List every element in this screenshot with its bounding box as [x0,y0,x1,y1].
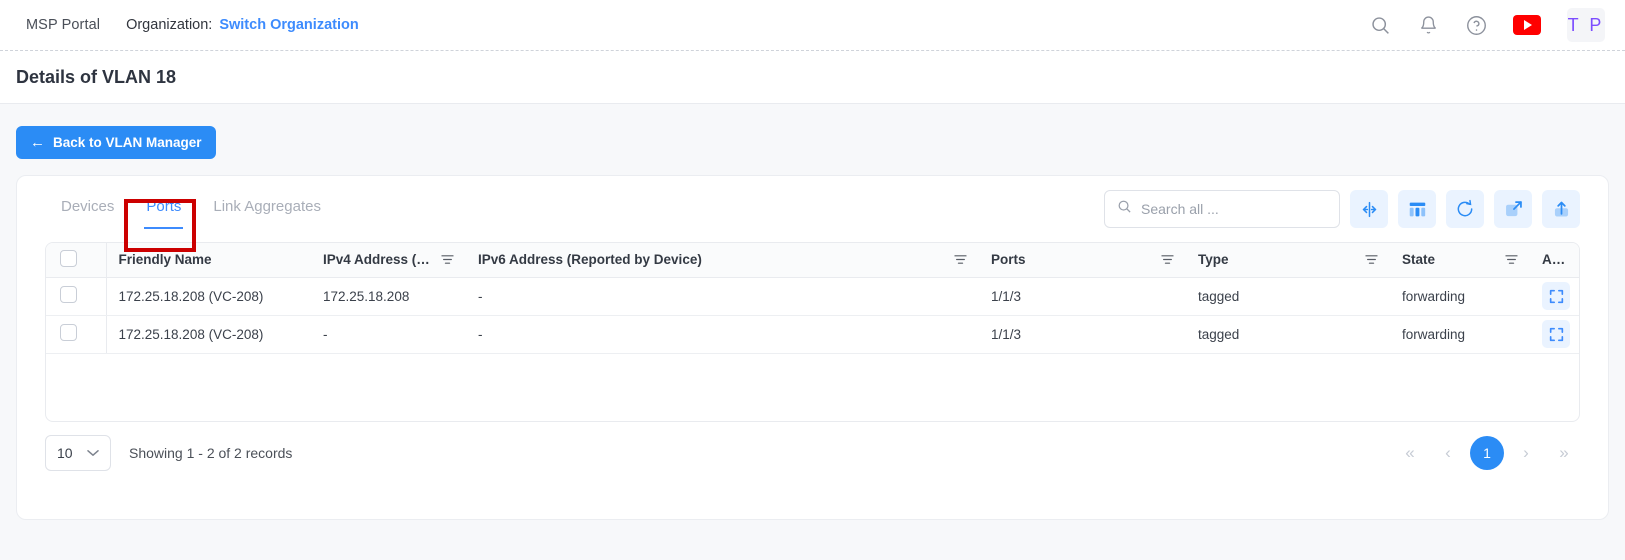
column-header-ipv4-address[interactable]: IPv4 Address (R... [311,243,466,277]
page-title: Details of VLAN 18 [16,67,176,88]
refresh-icon[interactable] [1446,190,1484,228]
page-body: ← Back to VLAN Manager Devices Ports Lin… [0,104,1625,560]
cell-state: forwarding [1390,277,1530,315]
back-to-vlan-manager-button[interactable]: ← Back to VLAN Manager [16,126,216,159]
cell-type: tagged [1186,315,1390,353]
row-select-cell [46,277,106,315]
search-box[interactable] [1104,190,1340,228]
avatar[interactable]: T P [1567,8,1605,42]
expand-icon[interactable] [1494,190,1532,228]
row-checkbox[interactable] [60,286,77,303]
column-label: Ports [991,252,1026,267]
table-header-row: Friendly Name IPv4 Address (R... IPv6 Ad… [46,243,1579,277]
filter-icon[interactable] [954,254,967,265]
organization-label: Organization: [126,17,212,33]
cell-friendly-name: 172.25.18.208 (VC-208) [106,315,311,353]
page-title-bar: Details of VLAN 18 [0,51,1625,104]
column-header-actions: Actions [1530,243,1579,277]
cell-ipv4: 172.25.18.208 [311,277,466,315]
cell-ports: 1/1/3 [979,315,1186,353]
row-select-cell [46,315,106,353]
column-label: Friendly Name [119,252,212,267]
cell-actions [1530,315,1579,353]
page-size-value: 10 [57,445,73,461]
cell-ipv4: - [311,315,466,353]
switch-organization-link[interactable]: Switch Organization [219,17,358,33]
table-row[interactable]: 172.25.18.208 (VC-208) - - 1/1/3 tagged … [46,315,1579,353]
pagination-prev[interactable]: ‹ [1432,437,1464,469]
chevron-down-icon [87,449,99,457]
cell-ports: 1/1/3 [979,277,1186,315]
cell-friendly-name: 172.25.18.208 (VC-208) [106,277,311,315]
cell-state: forwarding [1390,315,1530,353]
column-label: IPv6 Address (Reported by Device) [478,252,702,267]
filter-icon[interactable] [1365,254,1378,265]
records-summary: Showing 1 - 2 of 2 records [129,445,292,461]
tab-devices[interactable]: Devices [45,197,130,221]
table-row[interactable]: 172.25.18.208 (VC-208) 172.25.18.208 - 1… [46,277,1579,315]
column-label: Actions [1542,252,1567,267]
top-navigation-bar: MSP Portal Organization: Switch Organiza… [0,0,1625,50]
topbar-left-group: MSP Portal Organization: Switch Organiza… [26,17,359,33]
tabs-toolbar-row: Devices Ports Link Aggregates [45,176,1580,242]
brand-label: MSP Portal [26,17,100,33]
select-all-header [46,243,106,277]
help-icon[interactable] [1465,14,1487,36]
back-button-label: Back to VLAN Manager [53,135,202,150]
table-footer: 10 Showing 1 - 2 of 2 records « ‹ 1 › » [45,422,1580,484]
row-expand-icon[interactable] [1542,320,1570,348]
column-label: IPv4 Address (R... [323,252,435,267]
search-input[interactable] [1141,201,1327,217]
table-body: 172.25.18.208 (VC-208) 172.25.18.208 - 1… [46,277,1579,353]
fit-columns-icon[interactable] [1350,190,1388,228]
column-settings-icon[interactable] [1398,190,1436,228]
tab-link-aggregates[interactable]: Link Aggregates [197,197,337,221]
pagination-last[interactable]: » [1548,437,1580,469]
column-header-type[interactable]: Type [1186,243,1390,277]
row-expand-icon[interactable] [1542,282,1570,310]
ports-table-element: Friendly Name IPv4 Address (R... IPv6 Ad… [46,243,1579,354]
topbar-right-group: T P [1369,8,1609,42]
pagination-first[interactable]: « [1394,437,1426,469]
pagination-page-1[interactable]: 1 [1470,436,1504,470]
table-header: Friendly Name IPv4 Address (R... IPv6 Ad… [46,243,1579,277]
pagination-next[interactable]: › [1510,437,1542,469]
table-toolbar [1104,190,1580,228]
cell-ipv6: - [466,315,979,353]
youtube-icon[interactable] [1513,15,1541,35]
filter-icon[interactable] [1161,254,1174,265]
search-icon [1117,199,1132,219]
column-header-ipv6-address[interactable]: IPv6 Address (Reported by Device) [466,243,979,277]
row-checkbox[interactable] [60,324,77,341]
column-header-friendly-name[interactable]: Friendly Name [106,243,311,277]
export-upload-icon[interactable] [1542,190,1580,228]
column-label: Type [1198,252,1229,267]
tab-list: Devices Ports Link Aggregates [45,197,337,221]
bell-icon[interactable] [1417,14,1439,36]
ports-table: Friendly Name IPv4 Address (R... IPv6 Ad… [45,242,1580,422]
filter-icon[interactable] [1505,254,1518,265]
search-icon[interactable] [1369,14,1391,36]
column-label: State [1402,252,1435,267]
cell-type: tagged [1186,277,1390,315]
column-header-ports[interactable]: Ports [979,243,1186,277]
select-all-checkbox[interactable] [60,250,77,267]
content-card: Devices Ports Link Aggregates [16,175,1609,520]
cell-actions [1530,277,1579,315]
arrow-left-icon: ← [30,135,45,150]
tab-ports[interactable]: Ports [130,197,197,221]
filter-icon[interactable] [441,254,454,265]
page-size-select[interactable]: 10 [45,435,111,471]
pagination: « ‹ 1 › » [1394,436,1580,470]
organization-group: Organization: Switch Organization [126,17,359,33]
cell-ipv6: - [466,277,979,315]
column-header-state[interactable]: State [1390,243,1530,277]
